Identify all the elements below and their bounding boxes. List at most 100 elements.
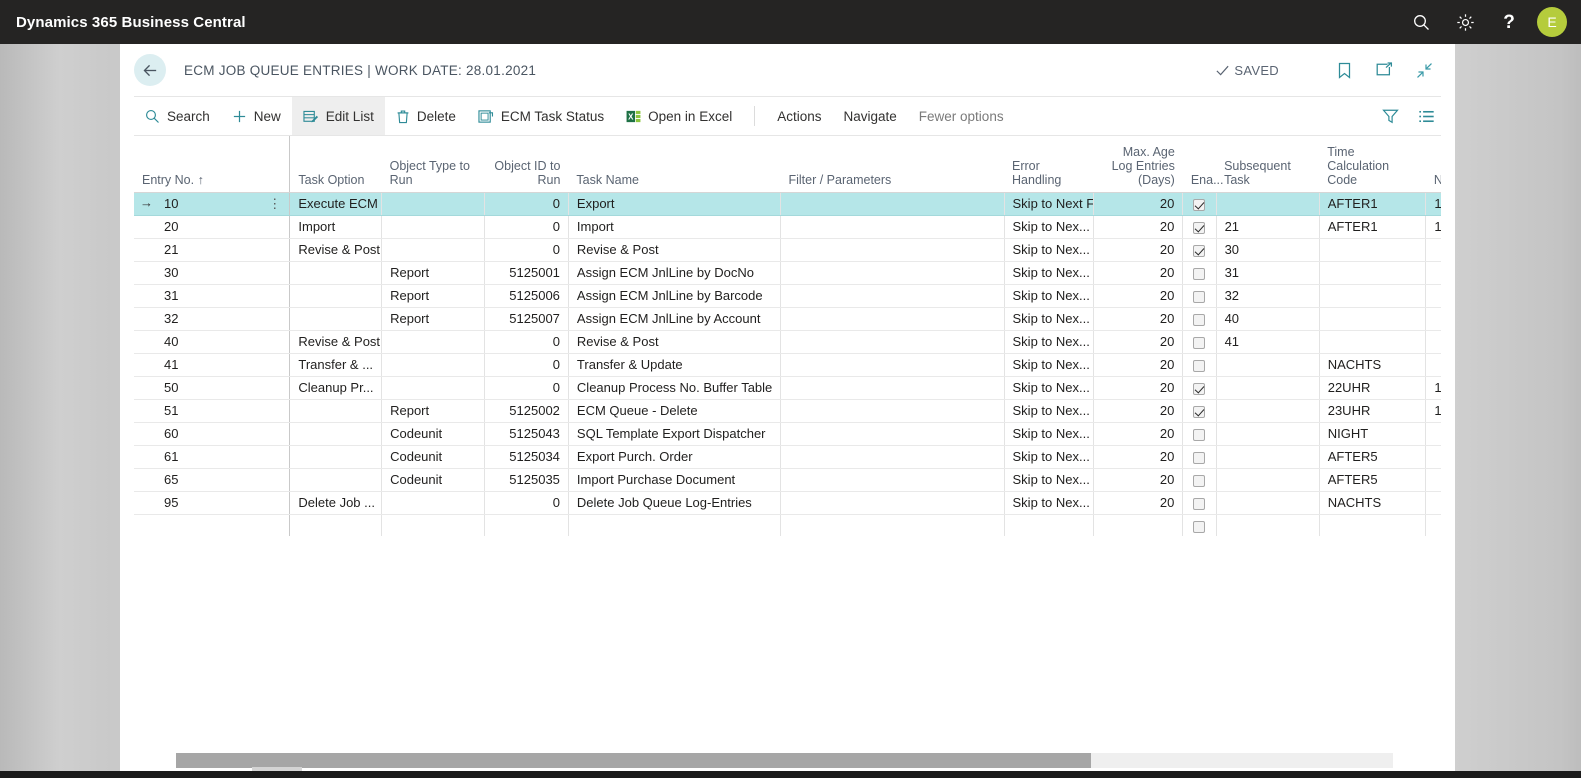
cell-entry-no[interactable]: 51 (134, 399, 261, 423)
table-row[interactable]: 20 Import 0 Import Skip to Nex... 20 21 AFTER1 1… (134, 215, 1441, 239)
cell-filter-parameters[interactable] (780, 215, 1005, 239)
cell-task-name[interactable] (568, 514, 781, 536)
row-menu-icon[interactable] (260, 399, 291, 423)
cell-max-age[interactable]: 20 (1093, 238, 1184, 262)
cell-task-option[interactable] (289, 284, 383, 308)
cell-enabled[interactable] (1182, 238, 1217, 262)
cell-task-option[interactable]: Revise & Post (289, 330, 383, 354)
cell-entry-no[interactable]: 40 (134, 330, 261, 354)
cell-task-option[interactable]: Import (289, 215, 383, 239)
toolbar-ecm-task-status-button[interactable]: ECM Task Status (467, 97, 615, 135)
cell-task-name[interactable]: Export (568, 192, 781, 216)
cell-task-option[interactable]: Revise & Post (289, 238, 383, 262)
cell-subsequent-task[interactable] (1216, 468, 1320, 492)
cell-filter-parameters[interactable] (780, 284, 1005, 308)
cell-task-option[interactable]: Cleanup Pr... (289, 376, 383, 400)
enabled-checkbox[interactable] (1193, 313, 1206, 326)
column-header-enabled[interactable]: Ena... (1182, 136, 1224, 193)
enabled-checkbox[interactable] (1193, 520, 1206, 533)
cell-object-id[interactable]: 5125043 (484, 422, 569, 446)
row-menu-icon[interactable] (260, 307, 291, 331)
cell-enabled[interactable] (1182, 353, 1217, 377)
toolbar-new-button[interactable]: New (221, 97, 292, 135)
cell-max-age[interactable]: 20 (1093, 422, 1184, 446)
table-row[interactable]: 50 Cleanup Pr... 0 Cleanup Process No. Buff… (134, 376, 1441, 400)
cell-object-id[interactable]: 5125006 (484, 284, 569, 308)
toolbar-open-in-excel-button[interactable]: X Open in Excel (615, 97, 743, 135)
cell-enabled[interactable] (1182, 376, 1217, 400)
cell-enabled[interactable] (1182, 514, 1217, 536)
toolbar-fewer-options-button[interactable]: Fewer options (908, 97, 1015, 135)
table-row[interactable]: 95 Delete Job ... 0 Delete Job Queue Log-En… (134, 491, 1441, 515)
table-row[interactable]: 30 Report 5125001 Assign ECM JnlLine by Doc… (134, 261, 1441, 285)
enabled-checkbox[interactable] (1193, 497, 1206, 510)
cell-error-handling[interactable]: Skip to Nex... (1004, 399, 1094, 423)
cell-object-id[interactable]: 5125034 (484, 445, 569, 469)
cell-error-handling[interactable]: Skip to Nex... (1004, 491, 1094, 515)
cell-time-calculation-code[interactable]: 22UHR (1319, 376, 1427, 400)
cell-task-option[interactable] (289, 514, 383, 536)
cell-filter-parameters[interactable] (780, 514, 1005, 536)
cell-object-id[interactable]: 5125035 (484, 468, 569, 492)
cell-max-age[interactable]: 20 (1093, 284, 1184, 308)
toolbar-delete-button[interactable]: Delete (385, 97, 467, 135)
cell-object-id[interactable]: 0 (484, 215, 569, 239)
row-menu-icon[interactable]: ⋮ (260, 192, 291, 216)
cell-task-name[interactable]: Assign ECM JnlLine by Account (568, 307, 781, 331)
table-row[interactable]: 60 Codeunit 5125043 SQL Template Export Dis… (134, 422, 1441, 446)
gear-icon[interactable] (1443, 0, 1487, 44)
cell-task-name[interactable]: SQL Template Export Dispatcher (568, 422, 781, 446)
column-header-time-calculation-code[interactable]: Time Calculation Code (1319, 136, 1426, 193)
cell-next-scan-start[interactable] (1425, 422, 1441, 446)
cell-object-type[interactable]: Report (381, 399, 486, 423)
horizontal-scrollbar-thumb[interactable] (176, 753, 1091, 768)
enabled-checkbox[interactable] (1193, 336, 1206, 349)
cell-object-type[interactable]: Report (381, 284, 486, 308)
cell-next-scan-start[interactable]: 11.02.2020 1 (1425, 192, 1441, 216)
cell-object-type[interactable] (381, 238, 486, 262)
cell-enabled[interactable] (1182, 399, 1217, 423)
cell-task-option[interactable]: Execute ECM (289, 192, 383, 216)
cell-task-name[interactable]: Cleanup Process No. Buffer Table (568, 376, 781, 400)
cell-enabled[interactable] (1182, 330, 1217, 354)
cell-task-name[interactable]: Assign ECM JnlLine by Barcode (568, 284, 781, 308)
toolbar-actions-menu[interactable]: Actions (766, 97, 832, 135)
cell-max-age[interactable]: 20 (1093, 215, 1184, 239)
cell-enabled[interactable] (1182, 491, 1217, 515)
cell-next-scan-start[interactable]: 11.02.2020 2 (1425, 376, 1441, 400)
cell-object-type[interactable] (381, 514, 486, 536)
enabled-checkbox[interactable] (1193, 221, 1206, 234)
cell-time-calculation-code[interactable]: NACHTS (1319, 491, 1427, 515)
cell-next-scan-start[interactable] (1425, 261, 1441, 285)
cell-next-scan-start[interactable] (1425, 238, 1441, 262)
cell-object-type[interactable] (381, 491, 486, 515)
cell-entry-no[interactable]: 41 (134, 353, 261, 377)
cell-error-handling[interactable]: Skip to Nex... (1004, 353, 1094, 377)
row-menu-icon[interactable] (260, 468, 291, 492)
horizontal-scrollbar[interactable] (176, 753, 1393, 768)
cell-object-type[interactable] (381, 330, 486, 354)
cell-error-handling[interactable]: Skip to Nex... (1004, 445, 1094, 469)
cell-task-name[interactable]: Revise & Post (568, 330, 781, 354)
back-button[interactable] (134, 54, 166, 86)
cell-filter-parameters[interactable] (780, 399, 1005, 423)
cell-max-age[interactable]: 20 (1093, 399, 1184, 423)
cell-object-id[interactable] (484, 514, 569, 536)
cell-subsequent-task[interactable] (1216, 491, 1320, 515)
column-header-task-name[interactable]: Task Name (568, 136, 781, 193)
toolbar-edit-list-button[interactable]: Edit List (291, 97, 385, 135)
cell-task-name[interactable]: ECM Queue - Delete (568, 399, 781, 423)
enabled-checkbox[interactable] (1193, 428, 1206, 441)
cell-entry-no[interactable]: 20 (134, 215, 261, 239)
cell-subsequent-task[interactable] (1216, 422, 1320, 446)
cell-enabled[interactable] (1182, 468, 1217, 492)
cell-object-type[interactable]: Codeunit (381, 422, 486, 446)
cell-next-scan-start[interactable] (1425, 514, 1441, 536)
cell-subsequent-task[interactable]: 30 (1216, 238, 1320, 262)
cell-filter-parameters[interactable] (780, 491, 1005, 515)
cell-next-scan-start[interactable] (1425, 445, 1441, 469)
cell-task-option[interactable] (289, 422, 383, 446)
cell-error-handling[interactable] (1004, 514, 1094, 536)
cell-error-handling[interactable]: Skip to Nex... (1004, 284, 1094, 308)
toolbar-navigate-menu[interactable]: Navigate (832, 97, 907, 135)
